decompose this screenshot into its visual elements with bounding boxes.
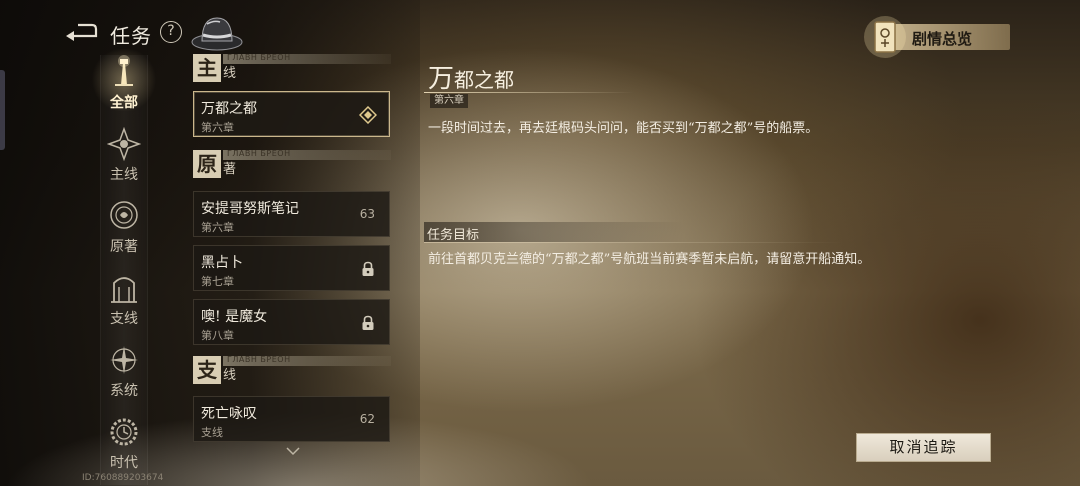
section-header-side: ГЛАВН БРЕОН 支 线 <box>193 355 391 384</box>
help-button[interactable]: ? <box>160 21 182 43</box>
quest-chapter: 第七章 <box>201 275 234 288</box>
category-label: 系统 <box>110 383 138 399</box>
section-initial: 原 <box>193 150 221 178</box>
quest-name: 万都之都 <box>201 101 257 117</box>
category-label: 主线 <box>110 167 138 183</box>
compass-star-icon <box>107 127 141 161</box>
top-hat-icon <box>190 12 244 54</box>
title-initial: 万 <box>428 64 455 94</box>
star-compass-icon <box>110 346 138 374</box>
category-side[interactable]: 支线 <box>100 271 148 328</box>
section-initial: 支 <box>193 356 221 384</box>
quest-item[interactable]: 黑占卜 第七章 <box>193 245 390 291</box>
quest-name: 死亡咏叹 <box>201 406 257 422</box>
quest-chapter: 支线 <box>201 426 223 439</box>
section-suffix: 线 <box>223 66 237 81</box>
section-band-text: ГЛАВН БРЕОН <box>227 53 291 62</box>
quest-item[interactable]: 安提哥努斯笔记 第六章 63 <box>193 191 390 237</box>
gear-clock-icon <box>110 418 138 446</box>
quest-chapter: 第八章 <box>201 329 234 342</box>
chapter-tag: 第六章 <box>430 94 468 108</box>
title-rest: 都之都 <box>454 68 515 92</box>
category-all[interactable]: 全部 <box>90 49 158 112</box>
section-header-main: ГЛАВН БРЕОН 主 线 <box>193 53 391 82</box>
scroll-card-icon <box>864 16 906 58</box>
objective-text: 前往首都贝克兰德的“万都之都”号航班当前赛季暂未启航，请留意开船通知。 <box>428 252 871 267</box>
quest-description: 一段时间过去，再去廷根码头问问，能否买到“万都之都”号的船票。 <box>428 121 819 136</box>
quest-item[interactable]: 死亡咏叹 支线 62 <box>193 396 390 442</box>
section-initial: 主 <box>193 54 221 82</box>
section-band-text: ГЛАВН БРЕОН <box>227 149 291 158</box>
objective-header: 任务目标 <box>424 222 684 243</box>
category-highlight <box>90 49 158 111</box>
back-button[interactable] <box>62 20 100 44</box>
lock-icon <box>362 261 374 276</box>
quest-level: 63 <box>359 207 375 221</box>
overview-label: 剧情总览 <box>912 30 973 48</box>
category-original[interactable]: 原著 <box>100 199 148 256</box>
section-band-text: ГЛАВН БРЕОН <box>227 355 291 364</box>
category-system[interactable]: 系统 <box>100 343 148 400</box>
section-header-original: ГЛАВН БРЕОН 原 著 <box>193 149 391 178</box>
medallion-icon <box>110 201 138 229</box>
story-overview-button[interactable]: 剧情总览 <box>862 14 1022 60</box>
tracking-diamond-icon <box>359 106 377 124</box>
quest-item[interactable]: 噢! 是魔女 第八章 <box>193 299 390 345</box>
category-label: 支线 <box>110 311 138 327</box>
page-title: 任务 <box>110 24 152 48</box>
section-suffix: 线 <box>223 368 237 383</box>
title-divider <box>424 92 634 93</box>
cancel-tracking-button[interactable]: 取消追踪 <box>856 433 991 462</box>
lock-icon <box>362 315 374 330</box>
quest-item[interactable]: 万都之都 第六章 <box>193 91 390 137</box>
category-era[interactable]: 时代 <box>100 415 148 472</box>
objective-divider <box>424 242 844 243</box>
back-arrow-icon <box>66 23 98 41</box>
category-main[interactable]: 主线 <box>100 127 148 184</box>
archway-icon <box>111 277 137 303</box>
section-suffix: 著 <box>223 162 237 177</box>
player-id: ID:760889203674 <box>82 473 164 483</box>
quest-chapter: 第六章 <box>201 121 234 134</box>
quest-chapter: 第六章 <box>201 221 234 234</box>
quest-name: 噢! 是魔女 <box>201 309 268 325</box>
quest-level: 62 <box>359 412 375 426</box>
quest-name: 黑占卜 <box>201 255 243 271</box>
chevron-down-icon[interactable] <box>285 446 301 456</box>
category-label: 时代 <box>110 455 138 471</box>
category-label: 原著 <box>110 239 138 255</box>
quest-name: 安提哥努斯笔记 <box>201 201 299 217</box>
quest-detail-title: 万都之都 <box>428 58 514 95</box>
edge-handle[interactable] <box>0 70 5 150</box>
objective-label: 任务目标 <box>427 228 480 243</box>
